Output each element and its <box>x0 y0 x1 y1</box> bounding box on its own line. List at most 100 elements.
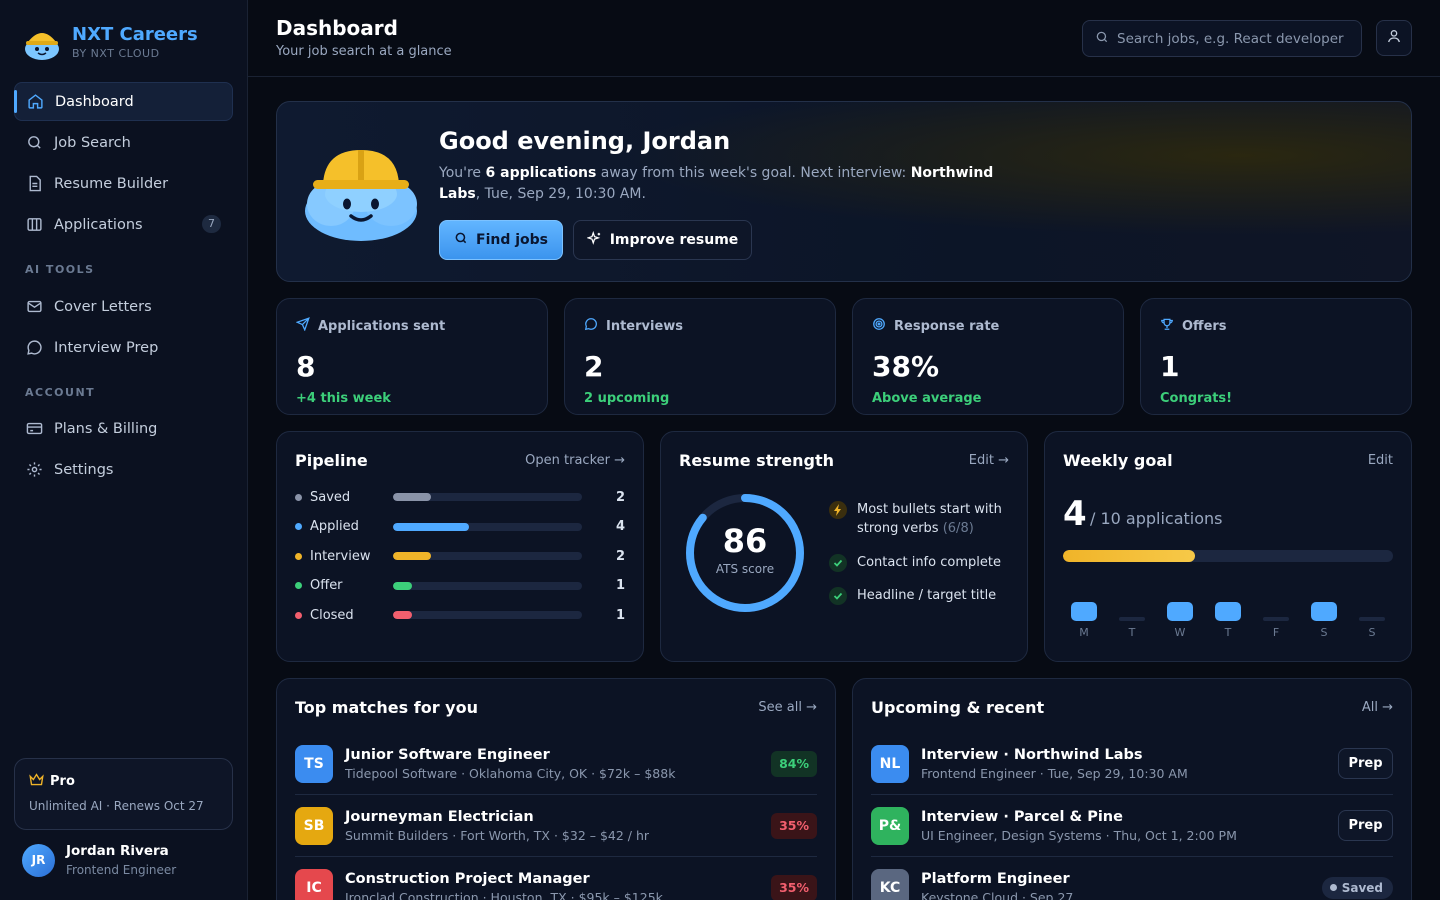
credit-card-icon <box>26 420 43 437</box>
upcoming-row[interactable]: KC Platform Engineer Keystone Cloud · Sep … <box>871 857 1393 900</box>
avatar: JR <box>22 843 55 877</box>
job-match-row[interactable]: IC Construction Project Manager Ironclad C… <box>295 857 817 900</box>
weekly-goal-card: Weekly goal Edit 4 / 10 applications M T W… <box>1044 431 1412 662</box>
sidebar-item-resume-builder[interactable]: Resume Builder <box>14 164 233 203</box>
upcoming-title: Upcoming & recent <box>871 698 1045 717</box>
stat-label: Interviews <box>606 318 684 334</box>
brand[interactable]: NXT Careers BY NXT CLOUD <box>22 22 198 62</box>
search-icon <box>1095 29 1109 48</box>
status-dot <box>295 582 302 589</box>
search-input[interactable] <box>1117 30 1357 47</box>
search-icon <box>454 231 468 249</box>
pipeline-bar-fill <box>393 552 431 560</box>
main-content: Dashboard Your job search at a glance Se… <box>248 0 1440 900</box>
home-icon <box>27 93 44 110</box>
stat-note: Congrats! <box>1160 391 1233 406</box>
pipeline-bar-track <box>393 552 582 560</box>
columns-icon <box>26 216 43 233</box>
all-link[interactable]: All → <box>1362 700 1393 715</box>
pipeline-bar-fill <box>393 581 412 590</box>
sidebar-item-cover-letters[interactable]: Cover Letters <box>14 287 233 326</box>
pipeline-row-saved[interactable]: Saved 2 <box>295 488 625 506</box>
stat-note: Above average <box>872 391 982 406</box>
job-match-row[interactable]: TS Junior Software Engineer Tidepool Softw… <box>295 733 817 795</box>
prep-button[interactable]: Prep <box>1338 748 1393 779</box>
status-dot <box>295 523 302 530</box>
greeting-title: Good evening, Jordan <box>439 127 731 155</box>
pro-plan-title: Pro <box>50 774 75 789</box>
stat-value: 38% <box>872 350 940 383</box>
find-jobs-button[interactable]: Find jobs <box>439 220 563 260</box>
pipeline-row-offer[interactable]: Offer 1 <box>295 577 625 595</box>
pipeline-row-applied[interactable]: Applied 4 <box>295 518 625 536</box>
pipeline-stage-label: Applied <box>310 519 359 534</box>
resume-check-item: Contact info complete <box>829 553 1001 572</box>
job-title: Junior Software Engineer <box>345 746 550 763</box>
company-logo: TS <box>295 744 333 783</box>
weekday-label: T <box>1128 626 1136 639</box>
job-title: Journeyman Electrician <box>345 808 534 825</box>
see-all-link[interactable]: See all → <box>758 700 817 715</box>
job-details: Tidepool Software · Oklahoma City, OK · … <box>345 765 676 781</box>
trophy-icon <box>1160 317 1174 335</box>
top-matches-title: Top matches for you <box>295 698 478 717</box>
user-profile[interactable]: JR Jordan Rivera Frontend Engineer <box>22 843 176 877</box>
check-icon <box>829 587 847 605</box>
applications-count-badge: 7 <box>202 215 221 233</box>
sparkle-icon <box>585 230 602 250</box>
prep-button[interactable]: Prep <box>1338 810 1393 841</box>
weekday-2: W <box>1167 602 1193 639</box>
edit-goal-link[interactable]: Edit <box>1368 453 1393 468</box>
upcoming-row[interactable]: P& Interview · Parcel & Pine UI Engineer, … <box>871 795 1393 857</box>
weekly-progress-fill <box>1063 550 1195 562</box>
pipeline-row-interview[interactable]: Interview 2 <box>295 547 625 565</box>
company-logo: IC <box>295 868 333 900</box>
status-dot <box>1329 884 1337 891</box>
job-match-row[interactable]: SB Journeyman Electrician Summit Builders … <box>295 795 817 857</box>
top-bar: Dashboard Your job search at a glance <box>248 0 1440 77</box>
weekday-1: T <box>1119 602 1145 639</box>
weekday-bar <box>1071 602 1097 621</box>
weekday-label: S <box>1368 626 1376 639</box>
match-score-badge: 35% <box>771 874 817 900</box>
mail-icon <box>26 298 43 315</box>
sidebar-item-plans-billing[interactable]: Plans & Billing <box>14 409 233 448</box>
job-title: Construction Project Manager <box>345 870 590 887</box>
ats-score-value: 86 <box>722 522 768 560</box>
sidebar-item-applications[interactable]: Applications 7 <box>14 205 233 244</box>
sidebar-item-label: Applications <box>54 216 143 233</box>
edit-resume-link[interactable]: Edit → <box>969 453 1009 468</box>
user-name: Jordan Rivera <box>66 843 169 859</box>
sidebar-item-interview-prep[interactable]: Interview Prep <box>14 328 233 367</box>
pipeline-title: Pipeline <box>295 451 368 470</box>
stat-value: 2 <box>584 350 604 383</box>
event-details: Keystone Cloud · Sep 27 <box>921 889 1074 900</box>
search-box[interactable] <box>1082 20 1362 57</box>
sidebar-item-job-search[interactable]: Job Search <box>14 123 233 162</box>
pipeline-bar-track <box>393 522 582 531</box>
event-details: UI Engineer, Design Systems · Thu, Oct 1… <box>921 827 1237 843</box>
sidebar-item-label: Resume Builder <box>54 175 169 192</box>
sidebar-item-settings[interactable]: Settings <box>14 450 233 489</box>
sidebar-item-dashboard[interactable]: Dashboard <box>14 82 233 121</box>
open-tracker-link[interactable]: Open tracker → <box>525 453 625 468</box>
pipeline-bar-track <box>393 493 582 501</box>
target-icon <box>872 317 886 335</box>
upcoming-row[interactable]: NL Interview · Northwind Labs Frontend Eng… <box>871 733 1393 795</box>
weekday-bar <box>1359 617 1385 621</box>
pro-plan-card[interactable]: Pro Unlimited AI · Renews Oct 27 <box>14 758 233 830</box>
weekday-bar <box>1167 602 1193 621</box>
improve-resume-button[interactable]: Improve resume <box>573 220 752 260</box>
stat-card-interviews: Interviews 2 2 upcoming <box>564 298 836 415</box>
job-details: Ironclad Construction · Houston, TX · $9… <box>345 889 663 900</box>
company-logo: P& <box>871 806 909 845</box>
event-details: Frontend Engineer · Tue, Sep 29, 10:30 A… <box>921 765 1188 781</box>
pro-plan-subtitle: Unlimited AI · Renews Oct 27 <box>29 799 204 813</box>
pipeline-row-closed[interactable]: Closed 1 <box>295 606 625 624</box>
profile-button[interactable] <box>1376 20 1412 56</box>
upcoming-card: Upcoming & recent All → NL Interview · No… <box>852 678 1412 900</box>
company-logo: SB <box>295 806 333 845</box>
pipeline-count: 1 <box>615 578 625 593</box>
event-title: Platform Engineer <box>921 870 1070 887</box>
pipeline-count: 4 <box>615 519 625 534</box>
